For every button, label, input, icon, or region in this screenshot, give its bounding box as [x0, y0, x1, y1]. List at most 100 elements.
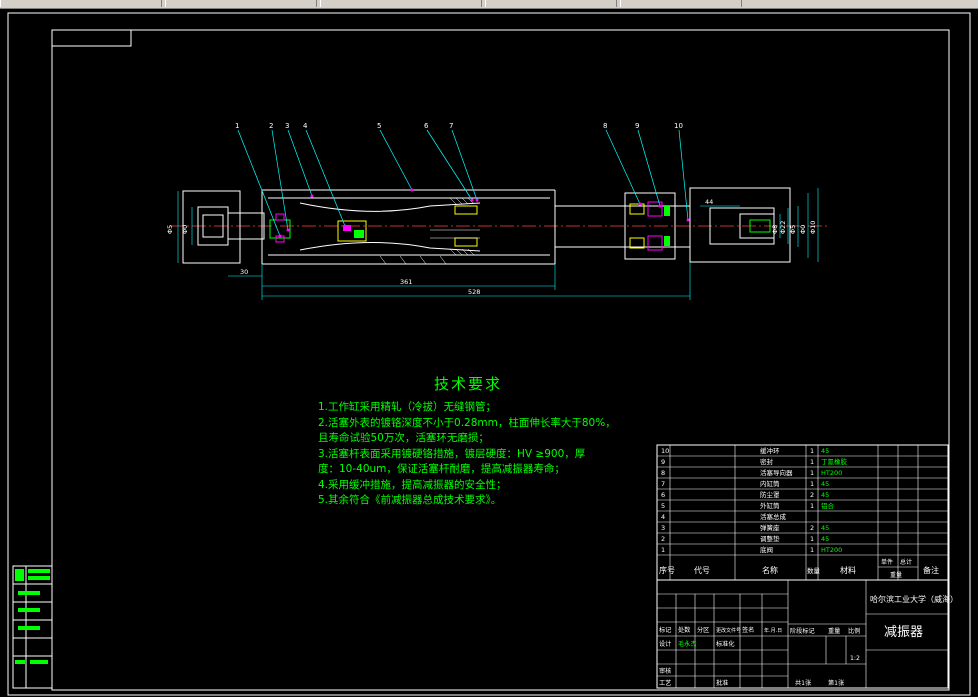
part-no: 4: [661, 513, 665, 521]
part-material: 45: [821, 535, 829, 543]
standardize-label: 标准化: [716, 640, 735, 648]
part-no: 7: [661, 480, 665, 488]
ratio-value: 1:2: [850, 655, 860, 662]
ratio-label: 比例: [848, 627, 860, 635]
hdr-code: 代号: [694, 565, 710, 575]
part-name: 活塞导向器: [760, 468, 793, 477]
part-material: HT200: [821, 546, 842, 554]
part-name: 调整垫: [760, 534, 780, 543]
toolbar-segment[interactable]: [620, 0, 742, 7]
sheet-number: 第1张: [828, 679, 845, 687]
part-no: 10: [661, 447, 669, 455]
inner-taper-upper: [299, 202, 481, 212]
part-material: HT200: [821, 469, 842, 477]
part-name: 弹簧座: [760, 523, 780, 532]
piston-upper: [454, 205, 478, 215]
dim-right-4: Φ0: [799, 225, 807, 234]
inner-taper-lower: [299, 242, 481, 252]
toolbar-segment[interactable]: [320, 0, 482, 7]
tech-req-line: 1.工作缸采用精轧（冷拔）无缝钢管；: [318, 401, 497, 413]
part-qty: 1: [810, 480, 814, 488]
dim-left-outer: Φ5: [166, 225, 174, 234]
left-strip-table: [12, 565, 53, 689]
dim-528: 528: [468, 288, 480, 296]
part-qty: 1: [810, 458, 814, 466]
part-name: 内缸筒: [760, 479, 780, 488]
hdr-seq: 序号: [659, 565, 675, 575]
tech-req-line: 2.活塞外表的镀铬深度不小于0.28mm，柱面伸长率大于80%，: [318, 416, 616, 429]
callout-2: 2: [269, 122, 273, 130]
callout-7: 7: [449, 122, 453, 130]
callout-1: 1: [235, 122, 239, 130]
hdr-note: 备注: [923, 565, 939, 575]
weight-label: 重量: [828, 627, 840, 635]
part-name: 活塞总成: [760, 512, 787, 521]
part-qty: 1: [810, 546, 814, 554]
piston-lower: [454, 237, 478, 247]
tech-req-line: 3.活塞杆表面采用镀硬铬措施，镀层硬度：HV ≥900，厚: [318, 447, 586, 460]
toolbar-segment[interactable]: [165, 0, 317, 7]
process-label: 工艺: [659, 679, 671, 687]
toolbar-segment[interactable]: [0, 0, 162, 7]
part-qty: 1: [810, 502, 814, 510]
drawing-name: 减振器: [884, 625, 923, 640]
part-qty: 1: [810, 447, 814, 455]
left-mount-plate: [182, 190, 241, 264]
part-material: 45: [821, 524, 829, 532]
tech-req-line: 5.其余符合《前减振器总成技术要求》。: [318, 494, 502, 506]
part-no: 5: [661, 502, 665, 510]
dim-right-2: Φ22: [779, 221, 787, 234]
dim-361: 361: [400, 278, 412, 286]
part-no: 8: [661, 469, 665, 477]
part-material: 丁氰橡胶: [821, 457, 848, 466]
part-name: 外缸筒: [760, 501, 780, 510]
tech-req-line: 4.采用缓冲措施，提高减振器的安全性；: [318, 478, 507, 491]
callout-dots: [278, 188, 690, 238]
hatching: [379, 197, 475, 265]
part-no: 6: [661, 491, 665, 499]
outer-border: [7, 12, 971, 696]
part-material: 45: [821, 480, 829, 488]
sheets-total: 共1张: [795, 679, 812, 687]
part-name: 密封: [760, 457, 774, 466]
part-qty: 2: [810, 491, 814, 499]
callout-leaders: [237, 129, 689, 237]
mark-row-2: 分区: [697, 626, 709, 634]
mark-row-5: 年.月.日: [764, 627, 782, 634]
stage-mark-label: 阶段标记: [790, 627, 815, 635]
part-material: 45: [821, 491, 829, 499]
hdr-qty: 数量: [807, 566, 821, 575]
toolbar-segment[interactable]: [485, 0, 617, 7]
design-label: 设计: [659, 640, 671, 648]
valve-spring: [354, 230, 364, 238]
mark-row-0: 标记: [659, 626, 671, 634]
dim-right-3: Φ5: [789, 225, 797, 234]
callout-4: 4: [303, 122, 308, 130]
dim-left-inner: Φ0: [181, 225, 189, 234]
technical-requirements-title: 技术要求: [433, 375, 502, 393]
school-name: 哈尔滨工业大学（威海）: [870, 594, 958, 604]
part-name: 防尘罩: [760, 490, 780, 499]
hdr-name: 名称: [762, 565, 778, 575]
title-block: 标记 处数 分区 更改文件号 签名 年.月.日 设计 毛永杰 标准化 审核 工艺…: [656, 579, 958, 689]
part-no: 1: [661, 546, 665, 554]
corner-code-box: [51, 29, 132, 47]
part-material: 45: [821, 447, 829, 455]
mark-row-1: 处数: [678, 626, 691, 634]
review-label: 审核: [659, 667, 671, 675]
callout-3: 3: [285, 122, 289, 130]
part-no: 9: [661, 458, 665, 466]
shock-absorber-assembly-view: [170, 187, 830, 265]
part-name: 底阀: [760, 545, 773, 554]
tech-req-line: 度：10-40um，保证活塞杆耐磨，提高减振器寿命；: [318, 463, 565, 475]
mark-row-4: 签名: [742, 626, 754, 634]
callout-9: 9: [635, 122, 639, 130]
hdr-total: 总计: [900, 558, 912, 566]
callout-5: 5: [377, 122, 381, 130]
mark-row-3: 更改文件号: [716, 627, 741, 634]
hdr-unit: 单件: [881, 558, 893, 566]
hdr-weight: 重量: [890, 571, 902, 579]
cad-drawing-canvas[interactable]: 1 2 3 4 5 6 7 8 9 10 Φ5 Φ0 30 361 528 44…: [0, 8, 978, 697]
part-no: 3: [661, 524, 665, 532]
callout-8: 8: [603, 122, 607, 130]
